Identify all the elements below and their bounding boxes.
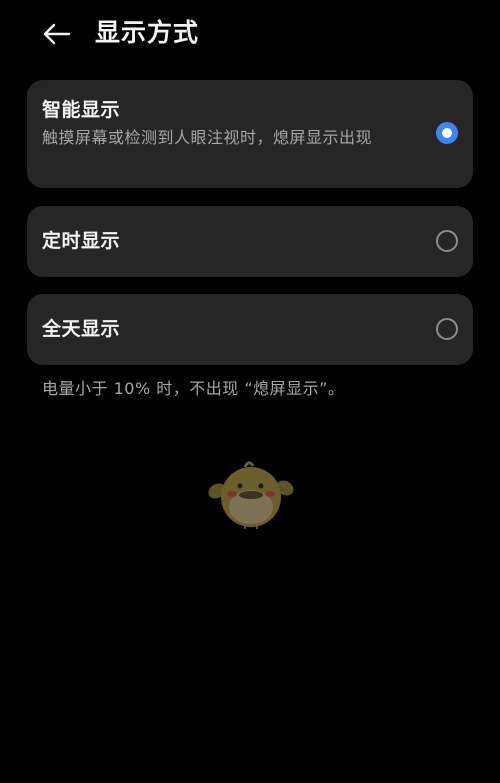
bird-mascot-icon [208, 461, 294, 529]
radio-selected[interactable] [436, 122, 458, 144]
back-button[interactable] [36, 14, 76, 54]
app-header: 显示方式 [0, 0, 500, 70]
option-allday-display[interactable]: 全天显示 [27, 294, 473, 365]
arrow-left-icon [43, 23, 71, 45]
battery-note: 电量小于 10% 时，不出现 “熄屏显示”。 [42, 379, 345, 398]
page-title: 显示方式 [95, 18, 200, 47]
option-smart-display[interactable]: 智能显示 触摸屏幕或检测到人眼注视时，熄屏显示出现 [27, 80, 473, 188]
radio-unselected[interactable] [436, 230, 458, 252]
option-title: 全天显示 [42, 318, 121, 340]
radio-unselected[interactable] [436, 318, 458, 340]
option-description: 触摸屏幕或检测到人眼注视时，熄屏显示出现 [42, 128, 373, 147]
option-timed-display[interactable]: 定时显示 [27, 206, 473, 277]
option-title: 定时显示 [42, 230, 121, 252]
option-title: 智能显示 [42, 99, 121, 121]
